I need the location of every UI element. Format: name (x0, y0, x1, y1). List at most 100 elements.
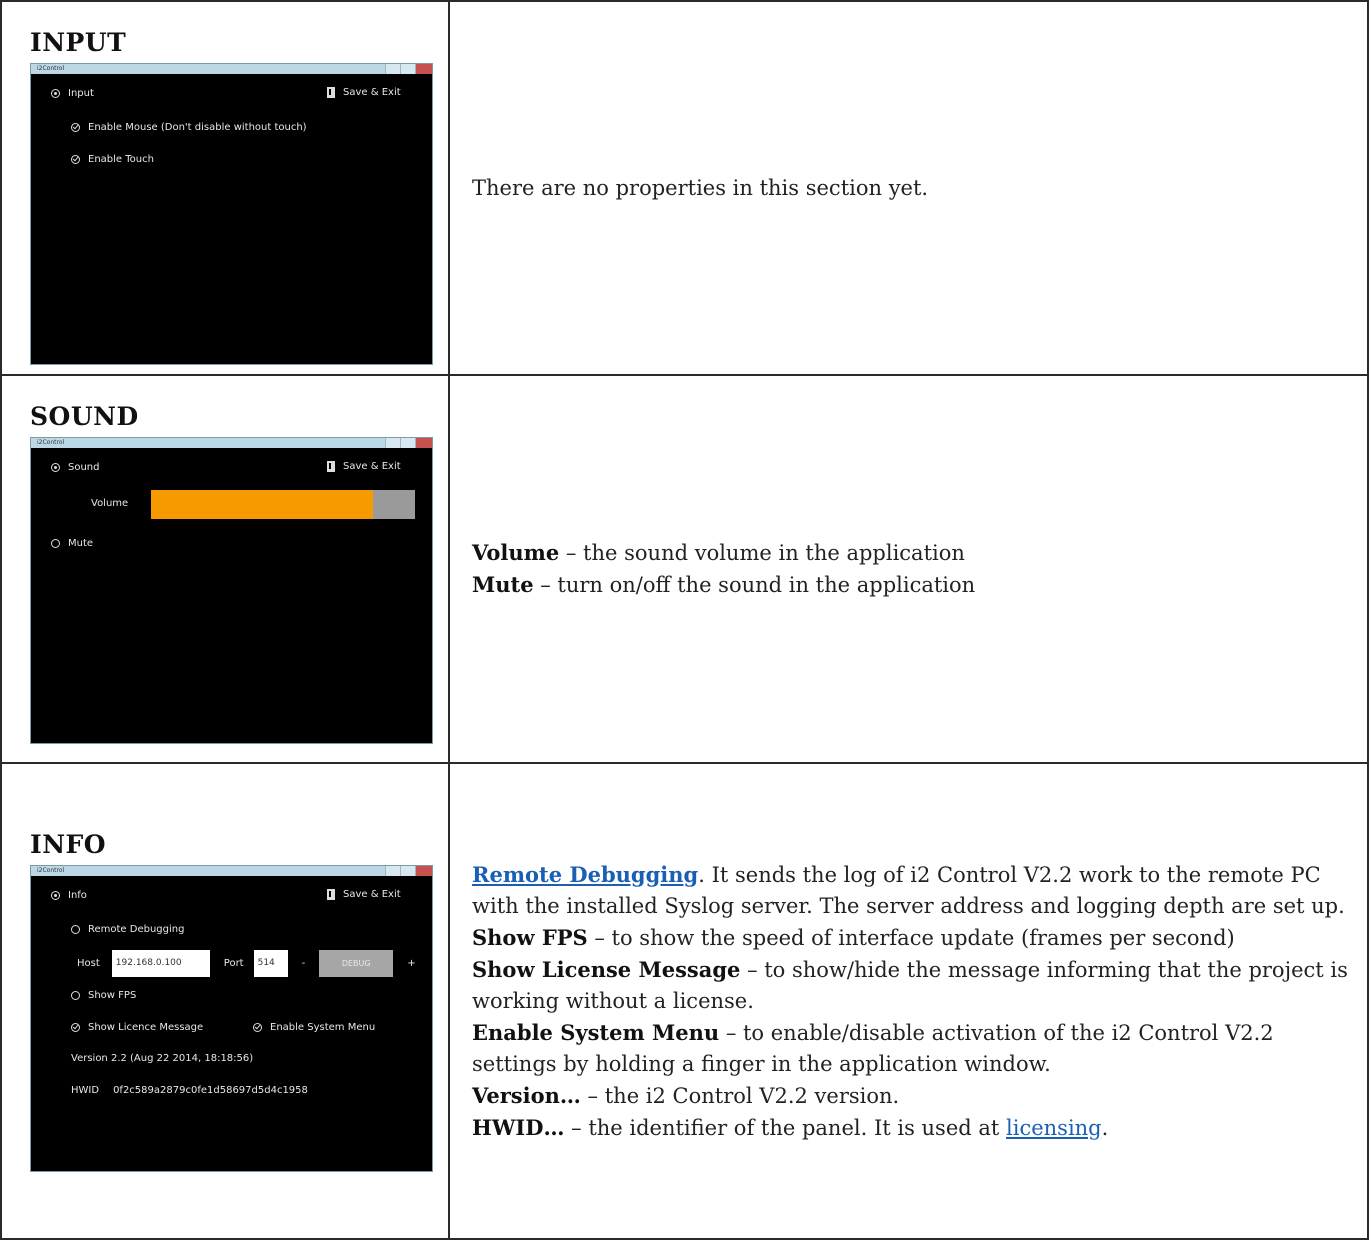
input-row: INPUT i2Control Input Save & Exit Enable… (0, 0, 1369, 376)
checkbox-checked-icon (71, 123, 80, 132)
minimize-icon (385, 866, 400, 876)
sound-screenshot: i2Control Sound Save & Exit Volume Mute (30, 437, 433, 744)
enable-system-menu-term: Enable System Menu (472, 1019, 720, 1045)
checkbox-checked-icon (253, 1023, 262, 1032)
window-titlebar: i2Control (31, 64, 432, 74)
volume-label-row: Volume (91, 498, 128, 509)
radio-unselected-icon (71, 991, 80, 1000)
version-desc-line: Version… – the i2 Control V2.2 version. (472, 1080, 1353, 1112)
window-title: i2Control (37, 867, 65, 874)
version-desc-text: – the i2 Control V2.2 version. (580, 1083, 900, 1108)
input-section-label: Input (68, 88, 94, 99)
sound-section-radio: Sound (51, 462, 100, 473)
maximize-icon (400, 64, 415, 74)
info-save-exit: Save & Exit (327, 889, 401, 900)
enable-mouse-option: Enable Mouse (Don't disable without touc… (71, 122, 307, 133)
save-icon (327, 889, 335, 900)
show-license-term: Show License Message (472, 956, 741, 982)
remote-debugging-option: Remote Debugging (71, 924, 184, 935)
radio-unselected-icon (71, 925, 80, 934)
volume-fill (151, 490, 373, 519)
volume-term: Volume (472, 540, 560, 565)
sound-section-label: Sound (68, 462, 100, 473)
checkbox-checked-icon (71, 1023, 80, 1032)
volume-slider (151, 490, 415, 519)
radio-selected-icon (51, 89, 60, 98)
sound-save-exit: Save & Exit (327, 461, 401, 472)
input-section-title: INPUT (30, 28, 127, 57)
info-image-cell: INFO i2Control Info Save & Exit Remote D… (0, 762, 450, 1240)
sound-section-title: SOUND (30, 402, 139, 431)
host-label: Host (77, 958, 100, 969)
mute-desc-line: Mute – turn on/off the sound in the appl… (472, 569, 1353, 601)
info-description: Remote Debugging. It sends the log of i2… (472, 859, 1353, 1144)
window-title: i2Control (37, 65, 65, 72)
enable-mouse-label: Enable Mouse (Don't disable without touc… (88, 122, 307, 133)
save-icon (327, 461, 335, 472)
input-section-radio: Input (51, 88, 94, 99)
mute-option: Mute (51, 538, 93, 549)
checkbox-checked-icon (71, 155, 80, 164)
hwid-term: HWID… (472, 1114, 565, 1140)
window-titlebar: i2Control (31, 438, 432, 448)
version-term: Version… (472, 1082, 581, 1108)
input-description: There are no properties in this section … (472, 175, 929, 200)
volume-desc-line: Volume – the sound volume in the applica… (472, 537, 1353, 569)
sound-row: SOUND i2Control Sound Save & Exit Volume (0, 374, 1369, 764)
close-icon (415, 438, 432, 448)
enable-touch-option: Enable Touch (71, 154, 154, 165)
window-controls (385, 64, 432, 74)
remote-debugging-link[interactable]: Remote Debugging (472, 862, 698, 887)
show-fps-term: Show FPS (472, 924, 588, 950)
close-icon (415, 866, 432, 876)
show-fps-option: Show FPS (71, 990, 136, 1001)
input-description-cell: There are no properties in this section … (448, 0, 1369, 376)
licensing-link[interactable]: licensing (1006, 1116, 1102, 1140)
radio-selected-icon (51, 463, 60, 472)
show-license-desc-line: Show License Message – to show/hide the … (472, 954, 1353, 1017)
sound-description-cell: Volume – the sound volume in the applica… (448, 374, 1369, 764)
plus-label: + (407, 958, 416, 969)
input-image-cell: INPUT i2Control Input Save & Exit Enable… (0, 0, 450, 376)
minimize-icon (385, 64, 400, 74)
enable-system-menu-label: Enable System Menu (270, 1022, 376, 1033)
minimize-icon (385, 438, 400, 448)
remote-desc-line: Remote Debugging. It sends the log of i2… (472, 859, 1353, 922)
mute-term: Mute (472, 572, 534, 597)
host-field: 192.168.0.100 (111, 950, 210, 977)
input-save-exit: Save & Exit (327, 87, 401, 98)
port-label: Port (223, 958, 244, 969)
hwid-label: HWID (71, 1085, 100, 1096)
info-save-exit-label: Save & Exit (343, 889, 401, 900)
window-titlebar: i2Control (31, 866, 432, 876)
window-title: i2Control (37, 439, 65, 446)
settings-table: INPUT i2Control Input Save & Exit Enable… (0, 0, 1369, 1240)
sound-save-exit-label: Save & Exit (343, 461, 401, 472)
show-licence-label: Show Licence Message (88, 1022, 204, 1033)
hwid-desc-text: – the identifier of the panel. It is use… (564, 1115, 1007, 1140)
info-description-cell: Remote Debugging. It sends the log of i2… (448, 762, 1369, 1240)
volume-desc-text: – the sound volume in the application (559, 541, 965, 565)
info-section-label: Info (68, 890, 87, 901)
input-save-exit-label: Save & Exit (343, 87, 401, 98)
info-section-radio: Info (51, 890, 87, 901)
mute-desc-text: – turn on/off the sound in the applicati… (533, 573, 976, 597)
show-fps-desc-text: – to show the speed of interface update … (587, 925, 1235, 950)
hwid-desc-end: . (1101, 1115, 1109, 1140)
info-screenshot: i2Control Info Save & Exit Remote Debugg… (30, 865, 433, 1172)
radio-selected-icon (51, 891, 60, 900)
info-row: INFO i2Control Info Save & Exit Remote D… (0, 762, 1369, 1240)
maximize-icon (400, 866, 415, 876)
remote-debugging-label: Remote Debugging (88, 924, 185, 935)
version-text: Version 2.2 (Aug 22 2014, 18:18:56) (71, 1053, 254, 1064)
close-icon (415, 64, 432, 74)
enable-system-menu-desc-line: Enable System Menu – to enable/disable a… (472, 1017, 1353, 1080)
save-icon (327, 87, 335, 98)
hwid-desc-line: HWID… – the identifier of the panel. It … (472, 1112, 1353, 1144)
show-fps-label: Show FPS (88, 990, 137, 1001)
volume-label: Volume (91, 498, 129, 509)
version-row: Version 2.2 (Aug 22 2014, 18:18:56) (71, 1053, 253, 1064)
input-screenshot: i2Control Input Save & Exit Enable Mouse… (30, 63, 433, 365)
port-field: 514 (253, 950, 288, 977)
mute-label: Mute (68, 538, 94, 549)
